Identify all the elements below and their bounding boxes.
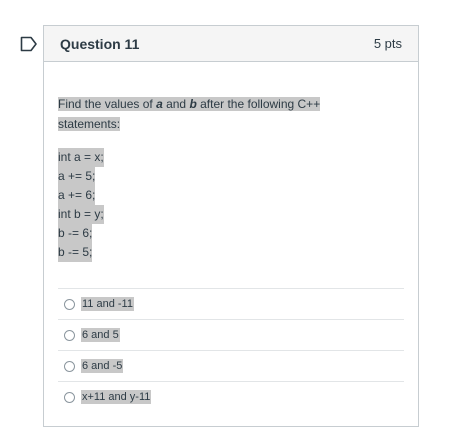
prompt-text-and: and bbox=[162, 97, 190, 111]
answer-list: 11 and -11 6 and 5 6 and -5 x+11 and y-1… bbox=[58, 288, 404, 412]
question-header: Question 11 5 pts bbox=[44, 26, 418, 62]
radio-unchecked-icon[interactable] bbox=[64, 298, 75, 310]
prompt-text-start: Find the values of bbox=[58, 97, 157, 111]
prompt-var-a: a bbox=[156, 97, 163, 111]
answer-option[interactable]: x+11 and y-11 bbox=[58, 381, 404, 412]
question-body: Find the values of a and b after the fol… bbox=[44, 62, 418, 262]
code-line: b -= 5; bbox=[58, 243, 93, 262]
answer-option[interactable]: 6 and -5 bbox=[58, 350, 404, 381]
code-line: int b = y; bbox=[58, 205, 104, 224]
answer-option[interactable]: 6 and 5 bbox=[58, 319, 404, 350]
bookmark-flag-icon[interactable] bbox=[20, 36, 38, 52]
question-points: 5 pts bbox=[373, 36, 402, 51]
answer-option[interactable]: 11 and -11 bbox=[58, 288, 404, 319]
radio-unchecked-icon[interactable] bbox=[64, 329, 75, 341]
answer-label[interactable]: 11 and -11 bbox=[81, 297, 134, 311]
code-line: a += 5; bbox=[58, 167, 96, 186]
quiz-page: Question 11 5 pts Find the values of a a… bbox=[0, 0, 475, 434]
question-prompt: Find the values of a and b after the fol… bbox=[58, 94, 348, 134]
answer-label[interactable]: x+11 and y-11 bbox=[81, 390, 152, 404]
code-line: a += 6; bbox=[58, 186, 96, 205]
radio-unchecked-icon[interactable] bbox=[64, 391, 75, 403]
answer-label[interactable]: 6 and 5 bbox=[81, 328, 120, 342]
code-line: b -= 6; bbox=[58, 224, 93, 243]
question-card: Question 11 5 pts Find the values of a a… bbox=[43, 25, 419, 427]
code-line: int a = x; bbox=[58, 148, 104, 167]
radio-unchecked-icon[interactable] bbox=[64, 360, 75, 372]
question-title: Question 11 bbox=[60, 35, 140, 52]
answer-label[interactable]: 6 and -5 bbox=[81, 359, 124, 373]
prompt-var-b: b bbox=[189, 97, 197, 111]
code-block: int a = x; a += 5; a += 6; int b = y; b … bbox=[58, 148, 104, 262]
